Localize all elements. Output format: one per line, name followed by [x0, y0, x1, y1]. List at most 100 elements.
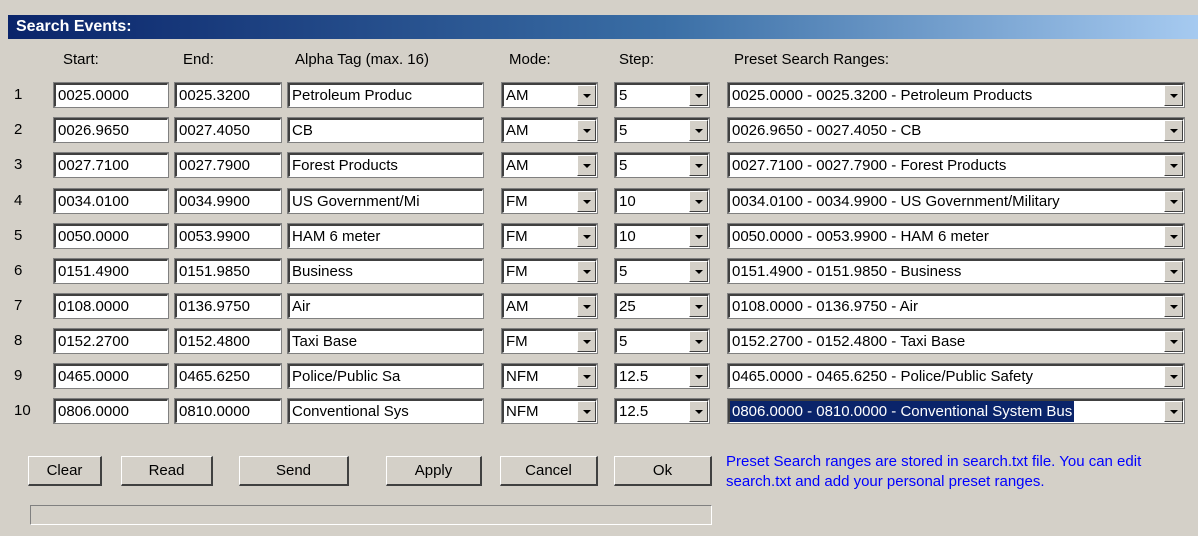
dropdown-button[interactable]: [1164, 120, 1183, 141]
start-field[interactable]: 0806.0000: [54, 399, 168, 423]
dropdown-button[interactable]: [577, 155, 596, 176]
dropdown-button[interactable]: [577, 120, 596, 141]
dropdown-button[interactable]: [689, 261, 708, 282]
dropdown-button[interactable]: [689, 366, 708, 387]
cancel-button[interactable]: Cancel: [500, 456, 598, 486]
preset-range-select[interactable]: 0108.0000 - 0136.9750 - Air: [728, 294, 1184, 318]
ok-button[interactable]: Ok: [614, 456, 712, 486]
mode-select[interactable]: FM: [502, 259, 597, 283]
dropdown-button[interactable]: [1164, 401, 1183, 422]
start-field[interactable]: 0152.2700: [54, 329, 168, 353]
alpha-tag-field[interactable]: Police/Public Sa: [288, 364, 483, 388]
apply-button[interactable]: Apply: [386, 456, 482, 486]
alpha-tag-field[interactable]: CB: [288, 118, 483, 142]
dropdown-button[interactable]: [577, 261, 596, 282]
end-field[interactable]: 0034.9900: [175, 189, 281, 213]
dropdown-button[interactable]: [1164, 155, 1183, 176]
step-select[interactable]: 10: [615, 224, 709, 248]
preset-range-select[interactable]: 0034.0100 - 0034.9900 - US Government/Mi…: [728, 189, 1184, 213]
dropdown-button[interactable]: [1164, 331, 1183, 352]
start-field[interactable]: 0027.7100: [54, 153, 168, 177]
dropdown-button[interactable]: [1164, 191, 1183, 212]
dropdown-button[interactable]: [689, 296, 708, 317]
mode-select[interactable]: AM: [502, 153, 597, 177]
dropdown-button[interactable]: [1164, 366, 1183, 387]
alpha-tag-field[interactable]: HAM 6 meter: [288, 224, 483, 248]
step-select[interactable]: 12.5: [615, 399, 709, 423]
alpha-tag-field[interactable]: Conventional Sys: [288, 399, 483, 423]
start-field[interactable]: 0034.0100: [54, 189, 168, 213]
mode-select[interactable]: NFM: [502, 399, 597, 423]
start-field[interactable]: 0026.9650: [54, 118, 168, 142]
preset-range-select[interactable]: 0050.0000 - 0053.9900 - HAM 6 meter: [728, 224, 1184, 248]
read-button[interactable]: Read: [121, 456, 213, 486]
alpha-tag-field[interactable]: Business: [288, 259, 483, 283]
step-select[interactable]: 5: [615, 153, 709, 177]
end-field[interactable]: 0027.4050: [175, 118, 281, 142]
preset-range-select[interactable]: 0026.9650 - 0027.4050 - CB: [728, 118, 1184, 142]
step-select[interactable]: 12.5: [615, 364, 709, 388]
preset-range-select[interactable]: 0152.2700 - 0152.4800 - Taxi Base: [728, 329, 1184, 353]
mode-select[interactable]: NFM: [502, 364, 597, 388]
end-field[interactable]: 0151.9850: [175, 259, 281, 283]
alpha-tag-field[interactable]: Forest Products: [288, 153, 483, 177]
end-field[interactable]: 0152.4800: [175, 329, 281, 353]
mode-select[interactable]: AM: [502, 294, 597, 318]
chevron-down-icon: [1170, 305, 1178, 309]
end-field[interactable]: 0025.3200: [175, 83, 281, 107]
start-field[interactable]: 0108.0000: [54, 294, 168, 318]
dropdown-button[interactable]: [577, 226, 596, 247]
selected-value: AM: [506, 87, 529, 104]
step-select[interactable]: 25: [615, 294, 709, 318]
step-select[interactable]: 5: [615, 118, 709, 142]
alpha-tag-field[interactable]: Taxi Base: [288, 329, 483, 353]
alpha-tag-field[interactable]: Air: [288, 294, 483, 318]
preset-range-select[interactable]: 0465.0000 - 0465.6250 - Police/Public Sa…: [728, 364, 1184, 388]
mode-select[interactable]: AM: [502, 83, 597, 107]
step-select[interactable]: 10: [615, 189, 709, 213]
dropdown-button[interactable]: [689, 120, 708, 141]
step-select[interactable]: 5: [615, 259, 709, 283]
selected-value: AM: [506, 157, 529, 174]
end-field[interactable]: 0136.9750: [175, 294, 281, 318]
preset-range-select[interactable]: 0025.0000 - 0025.3200 - Petroleum Produc…: [728, 83, 1184, 107]
dropdown-button[interactable]: [577, 366, 596, 387]
end-field[interactable]: 0053.9900: [175, 224, 281, 248]
mode-select[interactable]: FM: [502, 224, 597, 248]
alpha-tag-field[interactable]: Petroleum Produc: [288, 83, 483, 107]
dropdown-button[interactable]: [689, 401, 708, 422]
step-select[interactable]: 5: [615, 329, 709, 353]
dropdown-button[interactable]: [577, 191, 596, 212]
start-field[interactable]: 0025.0000: [54, 83, 168, 107]
end-field[interactable]: 0810.0000: [175, 399, 281, 423]
preset-range-select[interactable]: 0027.7100 - 0027.7900 - Forest Products: [728, 153, 1184, 177]
clear-button[interactable]: Clear: [28, 456, 102, 486]
start-field[interactable]: 0050.0000: [54, 224, 168, 248]
dropdown-button[interactable]: [577, 401, 596, 422]
dropdown-button[interactable]: [689, 226, 708, 247]
mode-select[interactable]: AM: [502, 118, 597, 142]
start-field[interactable]: 0151.4900: [54, 259, 168, 283]
dropdown-button[interactable]: [689, 85, 708, 106]
dropdown-button[interactable]: [577, 296, 596, 317]
mode-select[interactable]: FM: [502, 189, 597, 213]
mode-select[interactable]: FM: [502, 329, 597, 353]
dropdown-button[interactable]: [689, 155, 708, 176]
dropdown-button[interactable]: [577, 85, 596, 106]
send-button[interactable]: Send: [239, 456, 349, 486]
preset-range-select[interactable]: 0151.4900 - 0151.9850 - Business: [728, 259, 1184, 283]
dropdown-button[interactable]: [689, 331, 708, 352]
end-field[interactable]: 0027.7900: [175, 153, 281, 177]
dropdown-button[interactable]: [1164, 85, 1183, 106]
dropdown-button[interactable]: [1164, 226, 1183, 247]
dropdown-button[interactable]: [1164, 261, 1183, 282]
dropdown-button[interactable]: [577, 331, 596, 352]
preset-range-select[interactable]: 0806.0000 - 0810.0000 - Conventional Sys…: [728, 399, 1184, 423]
dropdown-button[interactable]: [689, 191, 708, 212]
dropdown-button[interactable]: [1164, 296, 1183, 317]
alpha-tag-field[interactable]: US Government/Mi: [288, 189, 483, 213]
end-field[interactable]: 0465.6250: [175, 364, 281, 388]
selected-value: 0034.0100 - 0034.9900 - US Government/Mi…: [732, 193, 1060, 210]
start-field[interactable]: 0465.0000: [54, 364, 168, 388]
step-select[interactable]: 5: [615, 83, 709, 107]
